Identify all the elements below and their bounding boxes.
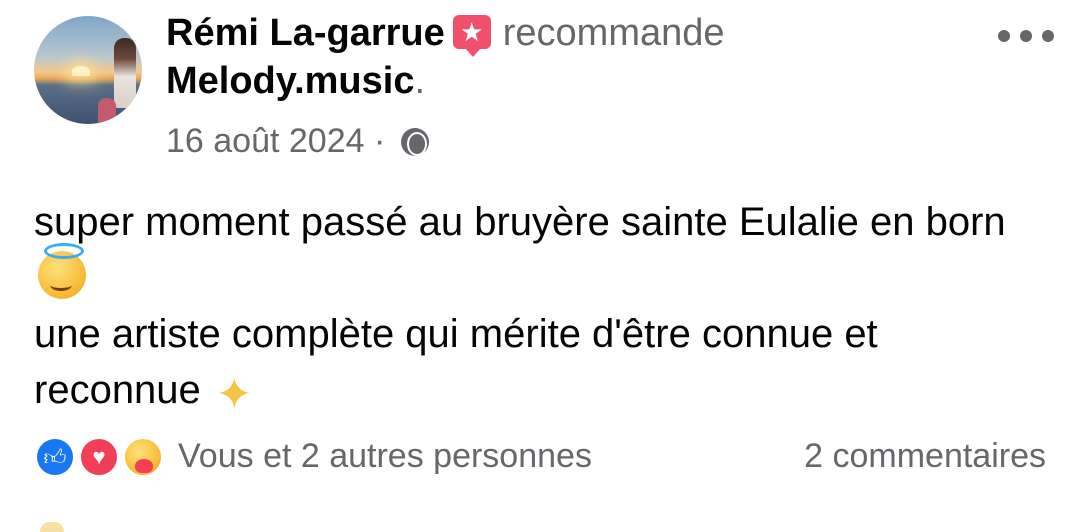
- post-footer: 👍︎ ♥ Vous et 2 autres personnes 2 commen…: [34, 430, 1046, 482]
- avatar-child: [98, 98, 116, 124]
- post-header: Rémi La-garrue ★ recommande Melody.music.: [166, 10, 946, 104]
- love-icon: ♥: [78, 436, 120, 478]
- more-dot: [998, 30, 1010, 42]
- post-body: super moment passé au bruyère sainte Eul…: [34, 194, 1044, 418]
- reaction-summary[interactable]: Vous et 2 autres personnes: [178, 434, 592, 478]
- recommend-star-icon: ★: [452, 15, 491, 57]
- recommend-verb: recommande: [502, 12, 725, 54]
- recommendation-post: Rémi La-garrue ★ recommande Melody.music. …: [0, 0, 1080, 532]
- post-text-line: une artiste complète qui mérite d'être c…: [34, 312, 878, 419]
- reaction-icons[interactable]: 👍︎ ♥: [34, 436, 170, 478]
- globe-icon[interactable]: [400, 128, 429, 156]
- meta-separator: ·: [373, 122, 386, 160]
- page-name-link[interactable]: Melody.music: [166, 60, 414, 102]
- page-name-period: .: [414, 60, 426, 102]
- post-date[interactable]: 16 août 2024: [166, 122, 365, 160]
- more-options-icon[interactable]: [998, 24, 1054, 48]
- smiling-face-with-halo-icon: [38, 243, 86, 299]
- more-dot: [1020, 30, 1032, 42]
- care-icon: [122, 436, 164, 478]
- more-dot: [1042, 30, 1054, 42]
- next-post-edge: [40, 522, 64, 532]
- sparkles-icon: ✦: [215, 370, 253, 419]
- post-meta: 16 août 2024 ·: [166, 120, 429, 162]
- post-text-line: super moment passé au bruyère sainte Eul…: [34, 194, 1044, 306]
- comments-count[interactable]: 2 commentaires: [804, 434, 1046, 478]
- like-icon: 👍︎: [34, 436, 76, 478]
- author-name[interactable]: Rémi La-garrue: [166, 12, 445, 54]
- avatar-sunset: [72, 66, 90, 76]
- avatar-person: [114, 38, 136, 108]
- author-avatar[interactable]: [34, 16, 142, 124]
